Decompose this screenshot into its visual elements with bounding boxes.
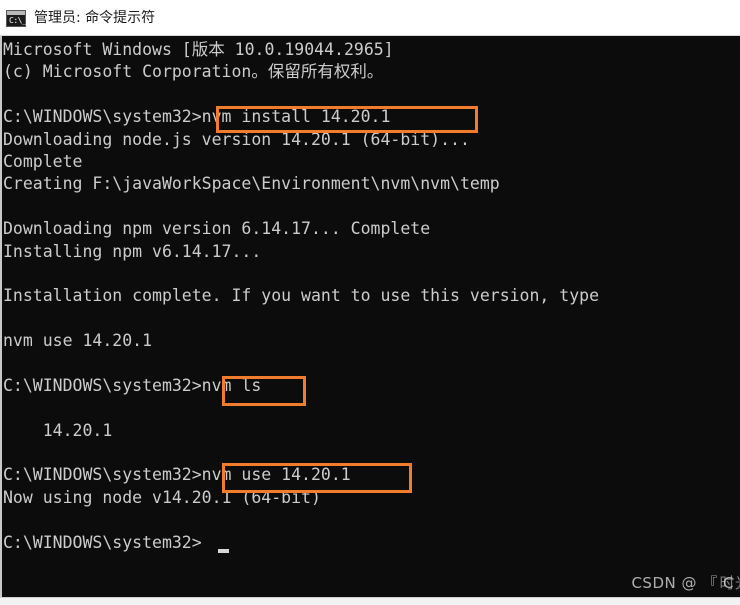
console-line: Creating F:\javaWorkSpace\Environment\nv… <box>3 174 500 194</box>
console-line: Installing npm v6.14.17... <box>3 241 262 261</box>
console-line-command-use: C:\WINDOWS\system32>nvm use 14.20.1 <box>3 465 351 485</box>
console-line: Downloading node.js version 14.20.1 (64-… <box>3 129 470 149</box>
console-output-area[interactable]: Microsoft Windows [版本 10.0.19044.2965] (… <box>0 36 740 597</box>
window-left-edge <box>0 36 2 597</box>
console-line: (c) Microsoft Corporation。保留所有权利。 <box>3 62 384 82</box>
command-prompt-window: C:\_ 管理员: 命令提示符 Microsoft Windows [版本 10… <box>0 0 740 605</box>
console-line-command-install: C:\WINDOWS\system32>nvm install 14.20.1 <box>3 107 391 127</box>
console-line: Downloading npm version 6.14.17... Compl… <box>3 219 431 239</box>
cmd-icon-glyph: C:\_ <box>9 15 27 25</box>
console-line-prompt: C:\WINDOWS\system32> <box>3 532 202 552</box>
window-bottom-edge <box>0 597 740 605</box>
console-line-list: Microsoft Windows [版本 10.0.19044.2965] (… <box>3 39 738 554</box>
cmd-console-icon: C:\_ <box>6 9 27 27</box>
watermark-overlay-text: 时光框萌 』 <box>719 574 740 592</box>
window-title: 管理员: 命令提示符 <box>34 10 156 26</box>
console-line: Complete <box>3 151 83 171</box>
text-cursor <box>218 549 229 553</box>
console-line: nvm use 14.20.1 <box>3 331 153 351</box>
csdn-watermark: CSDN @ 『 C 时光框萌 』 <box>631 572 740 593</box>
console-line: Now using node v14.20.1 (64-bit) <box>3 487 321 507</box>
console-line-command-ls: C:\WINDOWS\system32>nvm ls <box>3 375 262 395</box>
window-titlebar[interactable]: C:\_ 管理员: 命令提示符 <box>0 0 740 36</box>
console-line: Microsoft Windows [版本 10.0.19044.2965] <box>3 40 394 59</box>
console-line: 14.20.1 <box>3 420 113 440</box>
console-line: Installation complete. If you want to us… <box>3 286 600 306</box>
